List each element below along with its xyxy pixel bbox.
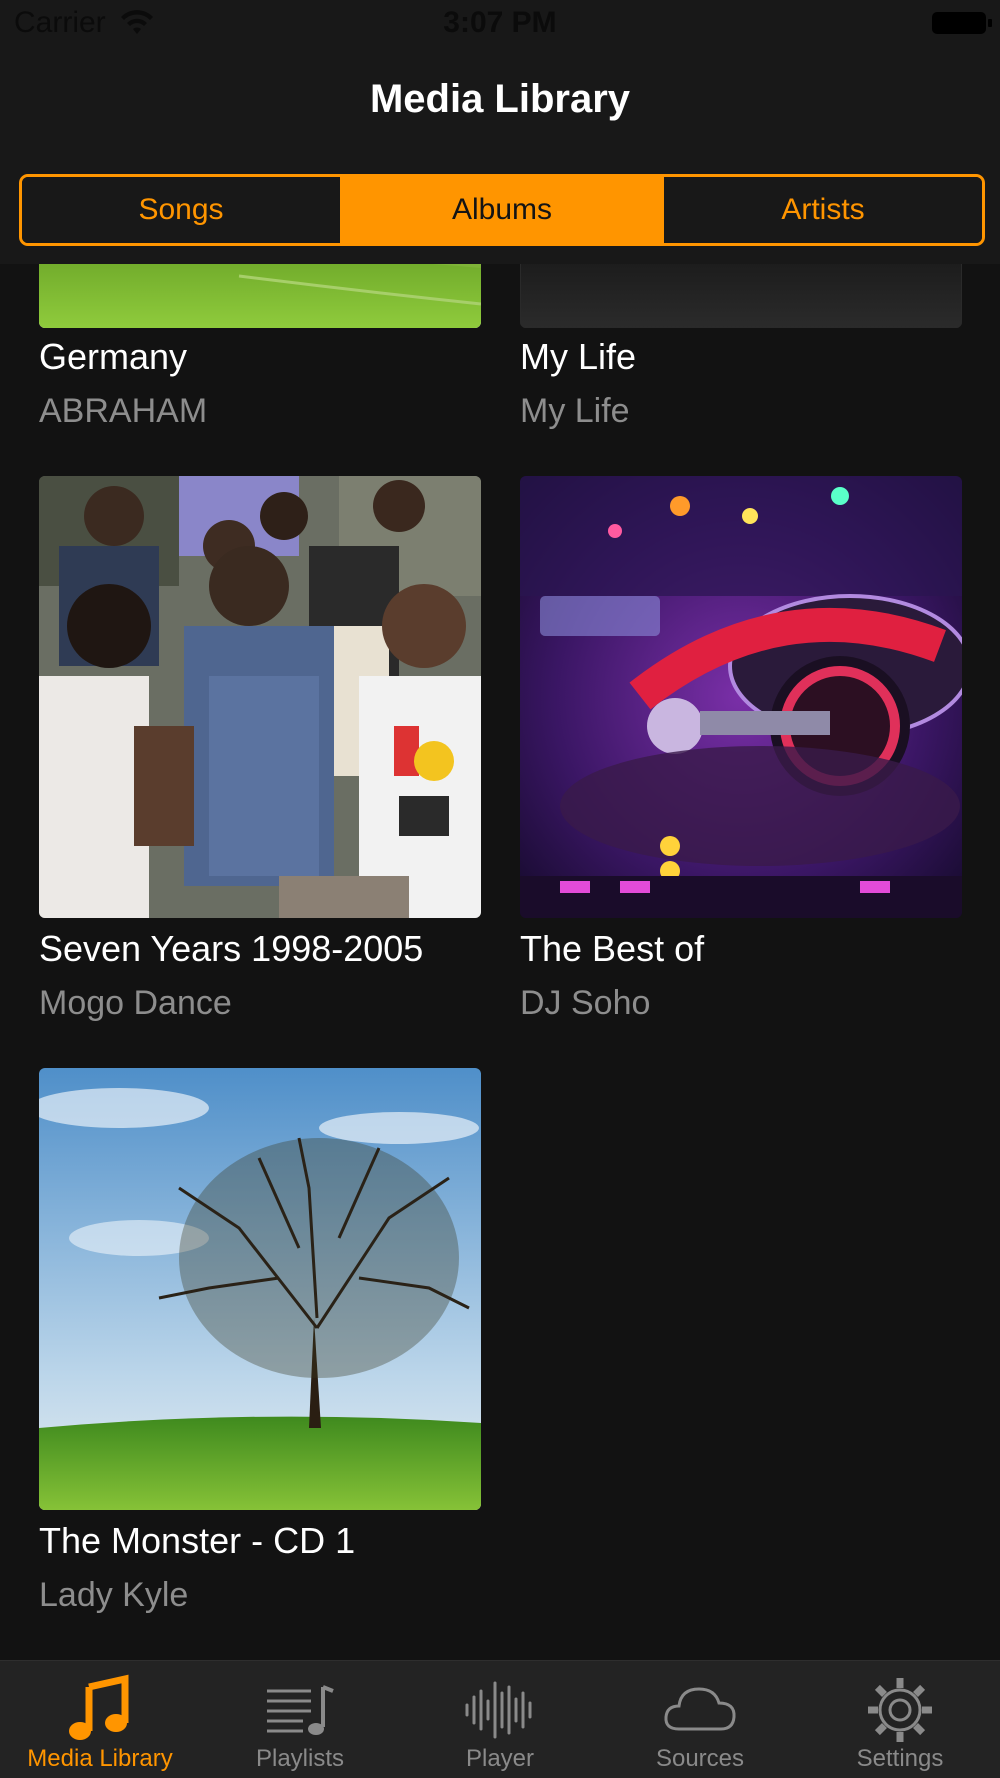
album-artist: DJ Soho	[520, 984, 651, 1022]
album-grid: Germany ABRAHAM My Life My Life Seven Ye…	[0, 264, 1000, 1660]
album-title: The Monster - CD 1	[39, 1520, 356, 1561]
tab-label: Player	[465, 1745, 535, 1772]
tab-sources[interactable]: Sources	[600, 1661, 800, 1778]
album-artist: Lady Kyle	[39, 1576, 189, 1614]
status-bar: Carrier 3:07 PM	[0, 0, 1000, 50]
gear-icon	[868, 1678, 932, 1742]
segment-songs[interactable]: Songs	[22, 177, 340, 243]
album-title: My Life	[520, 336, 637, 377]
tab-media-library[interactable]: Media Library	[0, 1661, 200, 1778]
album-art	[39, 476, 481, 918]
album-item[interactable]: The Best of DJ Soho	[520, 476, 962, 1036]
album-item[interactable]: The Monster - CD 1 Lady Kyle	[39, 1068, 481, 1628]
album-art	[39, 264, 481, 328]
album-art	[39, 1068, 481, 1510]
album-item[interactable]: Germany ABRAHAM	[39, 264, 481, 430]
segment-artists[interactable]: Artists	[661, 177, 982, 243]
tab-label: Media Library	[27, 1745, 173, 1772]
segment-albums[interactable]: Albums	[340, 177, 661, 243]
album-title: Seven Years 1998-2005	[39, 928, 424, 969]
album-art	[520, 264, 962, 328]
library-segmented-control: Songs Albums Artists	[19, 174, 985, 246]
playlist-icon	[267, 1685, 334, 1735]
tab-settings[interactable]: Settings	[800, 1661, 1000, 1778]
album-item[interactable]: Seven Years 1998-2005 Mogo Dance	[39, 476, 481, 1036]
album-title: The Best of	[520, 928, 705, 969]
album-artist: ABRAHAM	[39, 392, 208, 430]
tab-label: Settings	[856, 1745, 944, 1772]
page-title: Media Library	[369, 77, 631, 121]
tab-playlists[interactable]: Playlists	[200, 1661, 400, 1778]
screen: Carrier 3:07 PM Media Library Songs Albu…	[0, 0, 1000, 1778]
tab-label: Playlists	[255, 1745, 345, 1772]
album-art	[520, 476, 962, 918]
navigation-bar: Media Library Songs Albums Artists	[0, 50, 1000, 264]
cloud-icon	[664, 1687, 736, 1731]
album-title: Germany	[39, 336, 188, 377]
tab-label: Sources	[655, 1745, 745, 1772]
battery-icon	[932, 12, 992, 34]
album-artist: My Life	[520, 392, 630, 430]
album-item[interactable]: My Life My Life	[520, 264, 962, 430]
status-time: 3:07 PM	[443, 6, 557, 39]
album-artist: Mogo Dance	[39, 984, 232, 1022]
music-note-icon	[69, 1674, 129, 1740]
tab-bar: Media Library Playlists Player Sources S…	[0, 1660, 1000, 1778]
tab-player[interactable]: Player	[400, 1661, 600, 1778]
waveform-icon	[465, 1681, 532, 1739]
